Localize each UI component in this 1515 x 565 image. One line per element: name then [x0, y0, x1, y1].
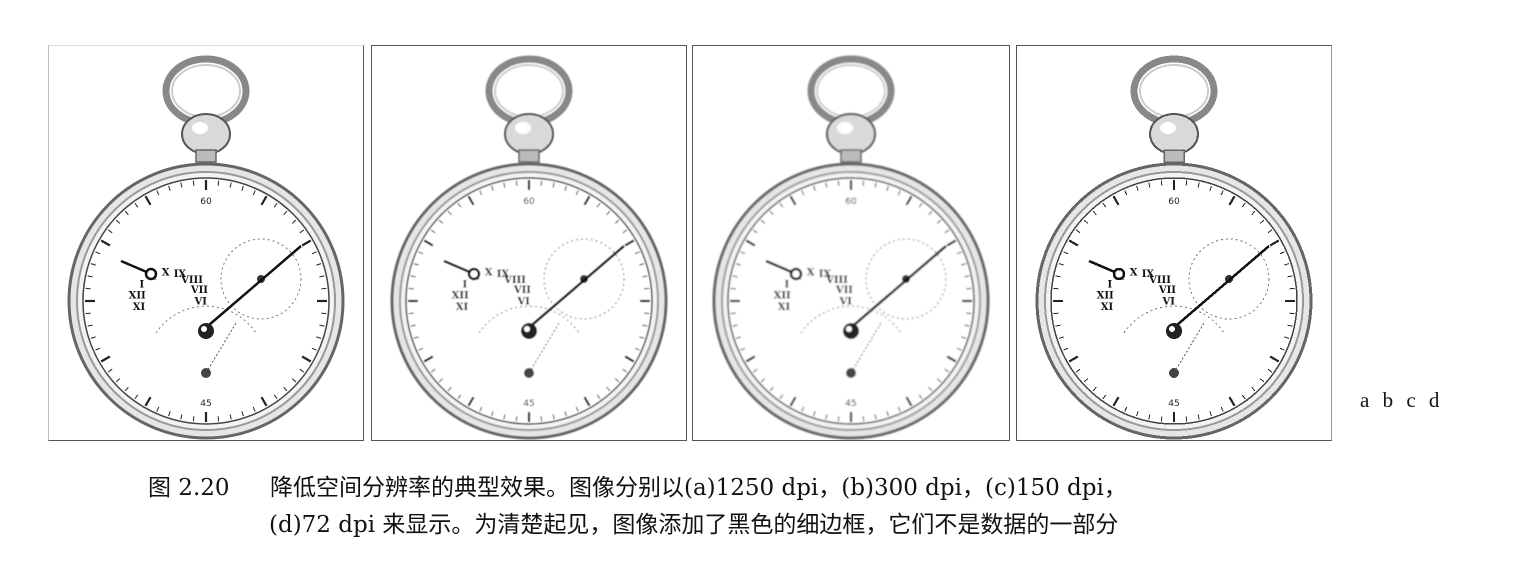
hour-subdial-center [467, 267, 481, 281]
svg-text:VI: VI [193, 297, 207, 308]
svg-text:X: X [162, 268, 170, 279]
svg-text:45: 45 [200, 399, 211, 409]
caption-line-2: (d)72 dpi 来显示。为清楚起见，图像添加了黑色的细边框，它们不是数据的一… [269, 512, 1119, 538]
figure-number: 图 2.20 [148, 475, 230, 501]
pocket-watch-drawing: 6045XIXIIIIIXIXVIIIVIIVI [390, 55, 668, 440]
svg-text:VII: VII [835, 285, 853, 296]
svg-text:60: 60 [200, 197, 212, 207]
svg-text:X: X [1130, 268, 1138, 279]
svg-text:XII: XII [1097, 290, 1114, 301]
crown [504, 113, 554, 155]
pocket-watch-drawing: 6045XIXIIIIIXIXVIIIVIIVI [67, 55, 345, 440]
watch-image-c: 6045XIXIIIIIXIXVIIIVIIVI [692, 45, 1010, 441]
svg-text:VI: VI [838, 297, 852, 308]
crown [181, 113, 231, 155]
watch-image-b: 6045XIXIIIIIXIXVIIIVIIVI [371, 45, 687, 441]
pocket-watch-drawing: 6045XIXIIIIIXIXVIIIVIIVI [712, 55, 990, 440]
caption-line-1: 降低空间分辨率的典型效果。图像分别以(a)1250 dpi，(b)300 dpi… [270, 475, 1127, 501]
svg-text:I: I [1108, 279, 1113, 290]
svg-text:XI: XI [456, 302, 469, 313]
svg-text:VII: VII [1158, 285, 1176, 296]
svg-text:45: 45 [523, 399, 534, 409]
svg-text:XI: XI [1101, 302, 1114, 313]
svg-text:60: 60 [523, 197, 535, 207]
svg-text:60: 60 [1168, 197, 1180, 207]
svg-text:45: 45 [1168, 399, 1179, 409]
hour-subdial-center [1112, 267, 1126, 281]
svg-text:XI: XI [778, 302, 791, 313]
svg-text:VII: VII [190, 285, 208, 296]
pocket-watch-drawing: 6045XIXIIIIIXIXVIIIVIIVI [1035, 55, 1313, 440]
hour-subdial-center [789, 267, 803, 281]
svg-text:X: X [807, 268, 815, 279]
svg-text:XII: XII [774, 290, 791, 301]
svg-text:XII: XII [452, 290, 469, 301]
svg-text:VI: VI [1161, 297, 1175, 308]
figure-caption: 图 2.20 降低空间分辨率的典型效果。图像分别以(a)1250 dpi，(b)3… [148, 470, 1127, 544]
svg-text:I: I [785, 279, 790, 290]
watch-image-a: 6045XIXIIIIIXIXVIIIVIIVI [48, 45, 364, 441]
svg-text:I: I [140, 279, 145, 290]
svg-text:I: I [463, 279, 468, 290]
panel-letters: a b c d [1360, 388, 1444, 412]
hour-subdial-center [144, 267, 158, 281]
watch-image-d: 6045XIXIIIIIXIXVIIIVIIVI [1016, 45, 1332, 441]
crown [826, 113, 876, 155]
svg-text:60: 60 [845, 197, 857, 207]
svg-text:X: X [485, 268, 493, 279]
svg-text:VI: VI [516, 297, 530, 308]
svg-text:45: 45 [845, 399, 856, 409]
crown [1149, 113, 1199, 155]
svg-text:XI: XI [133, 302, 146, 313]
svg-text:XII: XII [129, 290, 146, 301]
svg-text:VII: VII [513, 285, 531, 296]
